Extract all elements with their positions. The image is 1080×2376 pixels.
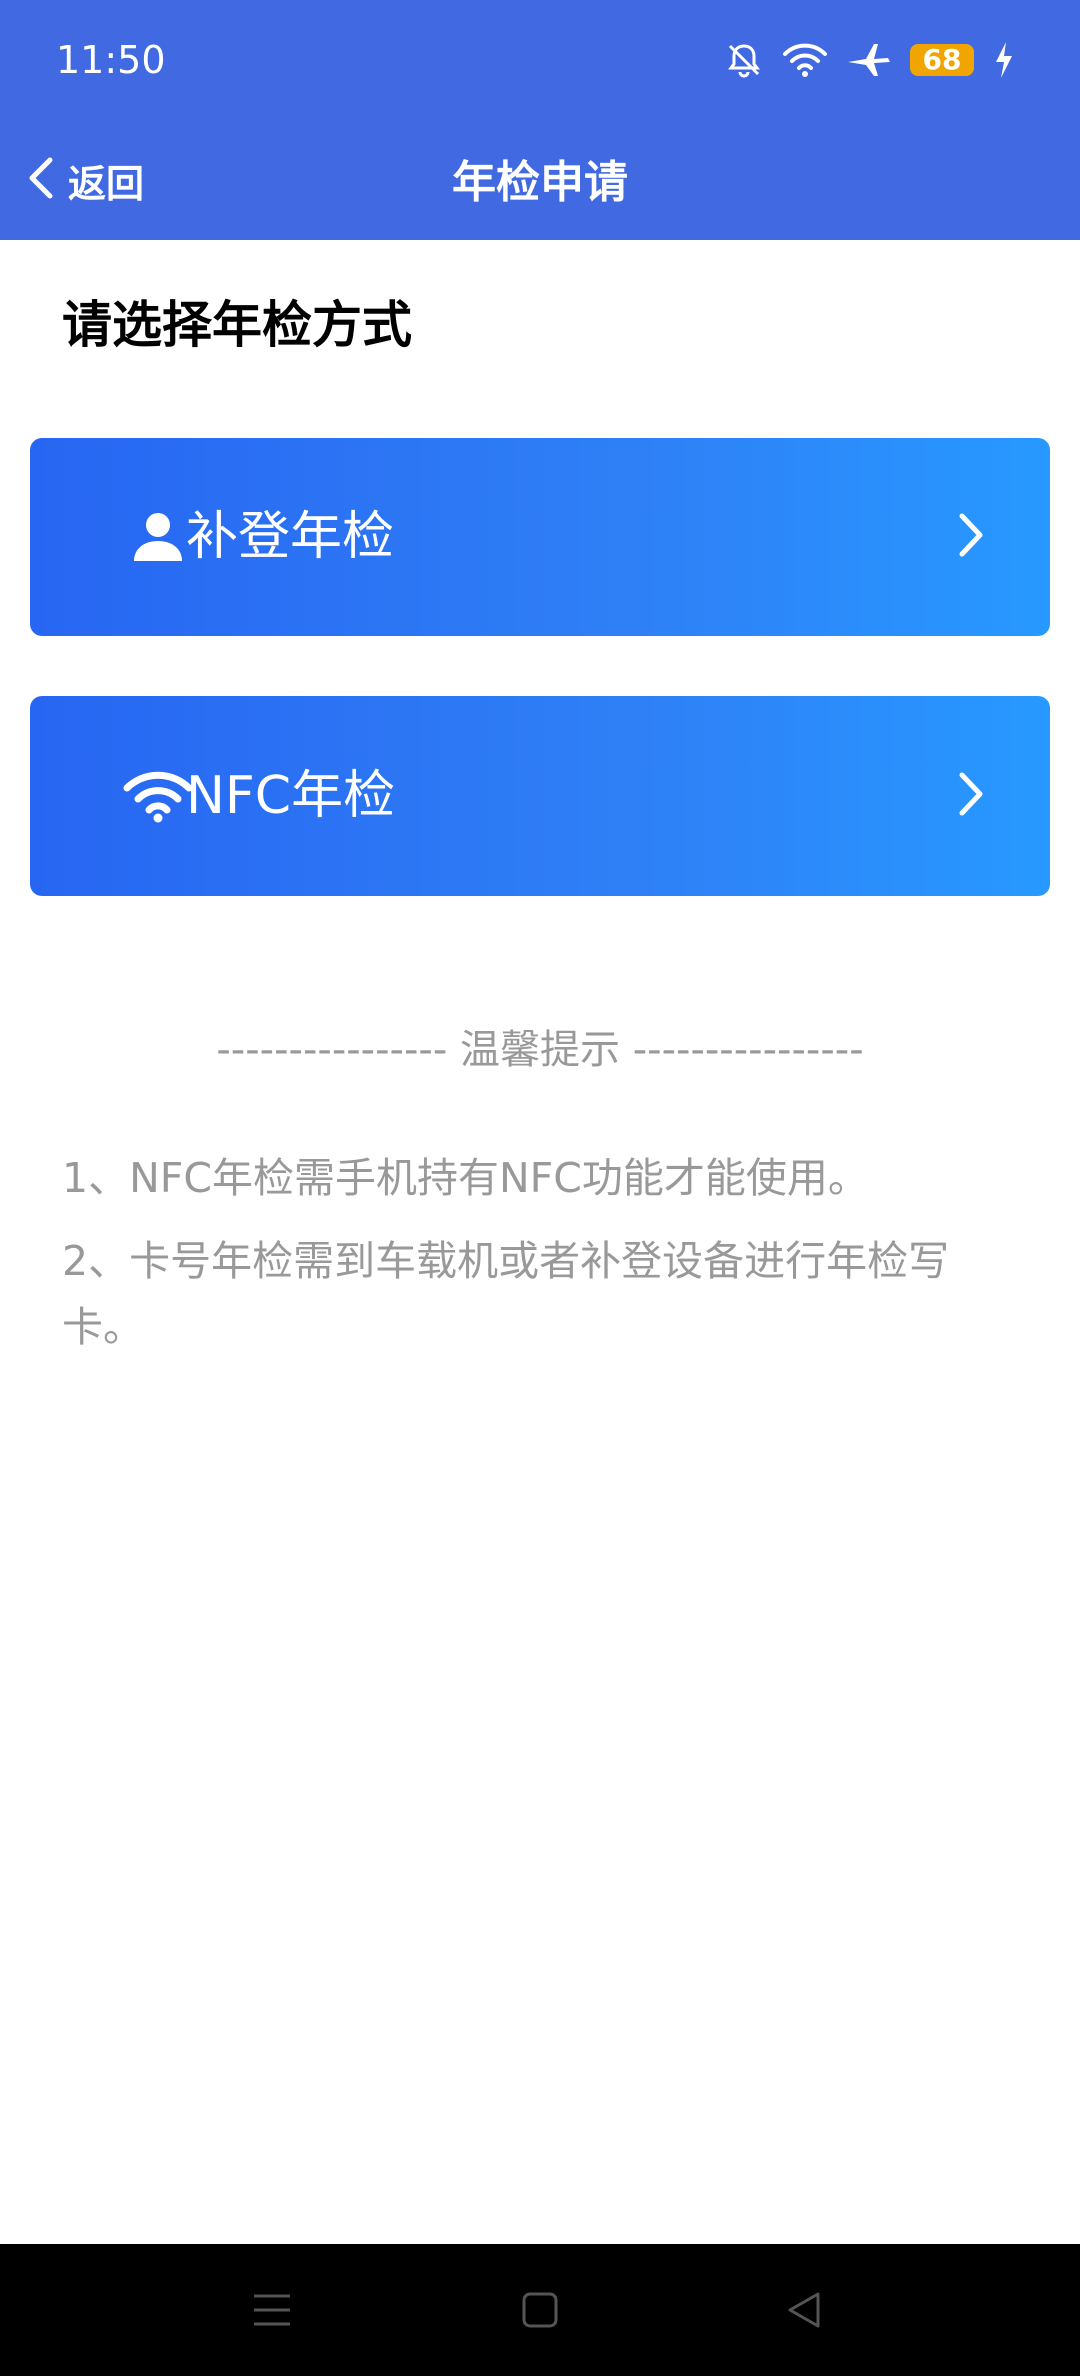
status-time: 11:50 — [56, 38, 166, 82]
charging-icon — [992, 40, 1016, 80]
option-card-supplement[interactable]: 补登年检 — [30, 438, 1050, 636]
option-label-nfc: NFC年检 — [186, 766, 396, 826]
app-header: 11:50 68 返回 年检申请 — [0, 0, 1080, 240]
chevron-right-icon — [956, 510, 986, 564]
tips-header: ---------------- 温馨提示 ---------------- — [216, 1027, 864, 1073]
bell-off-icon — [724, 40, 764, 80]
back-triangle-icon[interactable] — [744, 2244, 864, 2376]
section-title: 请选择年检方式 — [62, 296, 412, 354]
chevron-right-icon — [956, 769, 986, 823]
battery-icon: 68 — [910, 44, 974, 76]
menu-icon[interactable] — [212, 2244, 332, 2376]
option-card-nfc[interactable]: NFC年检 — [30, 696, 1050, 896]
system-navigation-bar — [0, 2244, 1080, 2376]
wifi-icon — [782, 40, 828, 80]
page-title: 年检申请 — [452, 157, 628, 208]
airplane-icon — [846, 40, 892, 80]
tip-line-1: 1、NFC年检需手机持有NFC功能才能使用。 — [62, 1154, 869, 1202]
status-icons: 68 — [724, 36, 1016, 84]
home-icon[interactable] — [480, 2244, 600, 2376]
option-label-supplement: 补登年检 — [186, 507, 395, 567]
tip-line-2: 2、卡号年检需到车载机或者补登设备进行年检写卡。 — [62, 1237, 950, 1351]
